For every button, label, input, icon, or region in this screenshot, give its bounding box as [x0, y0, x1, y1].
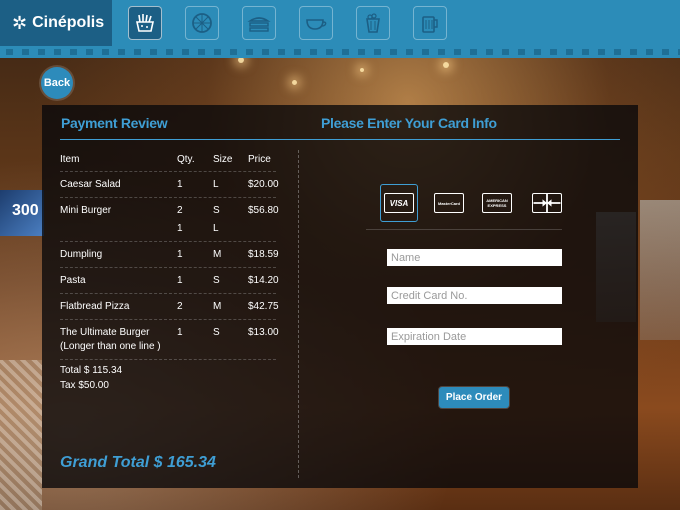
item-name: Mini Burger [60, 205, 112, 216]
item-price: $56.80 [248, 205, 279, 216]
visa-card-icon: VISA [384, 193, 414, 213]
column-header-price: Price [248, 154, 271, 165]
order-table-header: Item Qty. Size Price [60, 147, 276, 172]
item-price: $42.75 [248, 301, 279, 312]
gift-card-icon [532, 193, 562, 213]
item-name-group: The Ultimate Burger (Longer than one lin… [60, 327, 177, 352]
item-qty: 1 [177, 327, 183, 338]
item-size-group: S L [213, 205, 248, 234]
item-qty-group: 2 1 [177, 205, 213, 234]
pizza-icon [192, 13, 212, 33]
item-qty: 1 [177, 179, 183, 190]
category-snacks-button[interactable] [128, 6, 162, 40]
order-table: Item Qty. Size Price Caesar Salad 1 L $2… [60, 147, 279, 360]
background-tv-screen: 300 [0, 190, 44, 236]
item-size: M [213, 301, 222, 312]
table-row: Pasta 1 S $14.20 [60, 268, 279, 294]
film-strip-divider [0, 46, 680, 58]
item-price: $14.20 [248, 275, 279, 286]
card-selector-divider [366, 229, 562, 230]
category-beer-button[interactable] [413, 6, 447, 40]
star-logo-icon: ✲ [12, 12, 28, 33]
category-coffee-button[interactable] [299, 6, 333, 40]
credit-card-number-input[interactable] [387, 287, 562, 304]
visa-card-option[interactable]: VISA [380, 184, 418, 222]
item-price: $20.00 [248, 179, 279, 190]
brand-name: Cinépolis [32, 14, 105, 31]
item-qty: 2 [177, 301, 183, 312]
column-header-size: Size [213, 154, 233, 165]
category-pizza-button[interactable] [185, 6, 219, 40]
gift-ribbon-icon [533, 194, 561, 212]
item-name: Caesar Salad [60, 179, 121, 190]
checkout-panel: Payment Review Please Enter Your Card In… [42, 105, 638, 488]
mastercard-icon: MasterCard [434, 193, 464, 213]
item-size: S [213, 205, 220, 216]
sandwich-icon [247, 17, 271, 32]
background-wall-pattern [0, 360, 42, 510]
brand-logo[interactable]: ✲ Cinépolis [0, 0, 112, 46]
expiration-date-input[interactable] [387, 328, 562, 345]
item-size: M [213, 249, 222, 260]
category-popcorn-button[interactable] [356, 6, 390, 40]
category-sandwich-button[interactable] [242, 6, 276, 40]
item-size: S [213, 275, 220, 286]
card-type-selector: VISA MasterCard AMERICAN EXPRESS [366, 180, 576, 222]
coffee-cup-icon [306, 19, 327, 30]
mastercard-option[interactable]: MasterCard [430, 184, 468, 222]
grand-total: Grand Total $ 165.34 [60, 454, 216, 471]
ceiling-light [360, 68, 364, 72]
top-bar: ✲ Cinépolis [0, 0, 680, 46]
amex-card-icon: AMERICAN EXPRESS [482, 193, 512, 213]
item-name: Flatbread Pizza [60, 301, 130, 312]
item-price: $13.00 [248, 327, 279, 338]
item-qty: 1 [177, 249, 183, 260]
item-price: $18.59 [248, 249, 279, 260]
table-row: Mini Burger 2 1 S L $56.80 [60, 198, 279, 242]
tax-amount: Tax $50.00 [60, 380, 109, 391]
item-name: Pasta [60, 275, 86, 286]
order-totals: Total $ 115.34 Tax $50.00 [60, 363, 122, 393]
item-size: S [213, 327, 220, 338]
item-size: L [213, 179, 219, 190]
item-sub-size: L [213, 223, 219, 234]
back-button[interactable]: Back [41, 67, 73, 99]
popcorn-icon [366, 13, 380, 33]
background-window [640, 200, 680, 340]
table-row: Caesar Salad 1 L $20.00 [60, 172, 279, 198]
column-divider [298, 150, 299, 478]
name-input[interactable] [387, 249, 562, 266]
subtotal: Total $ 115.34 [60, 365, 123, 376]
card-info-title: Please Enter Your Card Info [321, 115, 497, 131]
table-row: Dumpling 1 M $18.59 [60, 242, 279, 268]
column-header-item: Item [60, 154, 80, 165]
snack-box-icon [136, 14, 154, 32]
item-sub-qty: 1 [177, 223, 183, 234]
table-row: The Ultimate Burger (Longer than one lin… [60, 320, 279, 360]
item-name-line2: (Longer than one line ) [60, 341, 161, 352]
item-qty: 1 [177, 275, 183, 286]
payment-review-title: Payment Review [61, 115, 168, 131]
item-name: Dumpling [60, 249, 103, 260]
amex-card-option[interactable]: AMERICAN EXPRESS [478, 184, 516, 222]
gift-card-option[interactable] [528, 184, 566, 222]
table-row: Flatbread Pizza 2 M $42.75 [60, 294, 279, 320]
heading-divider [60, 139, 620, 140]
beer-mug-icon [422, 16, 438, 33]
item-qty: 2 [177, 205, 183, 216]
ceiling-light [292, 80, 297, 85]
item-name: The Ultimate Burger [60, 327, 150, 338]
place-order-button[interactable]: Place Order [439, 387, 509, 408]
ceiling-light [443, 62, 449, 68]
column-header-qty: Qty. [177, 154, 195, 165]
